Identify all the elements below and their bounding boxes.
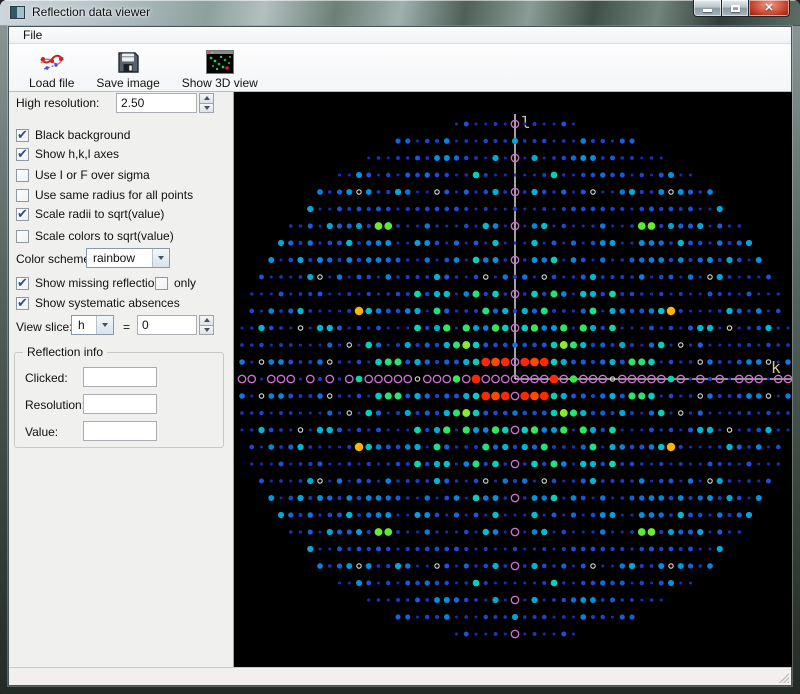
checkbox-box[interactable] [16,169,29,182]
view-slice-axis-dropdown[interactable]: h [71,315,114,335]
checkbox-show-missing[interactable]: Show missing reflections [16,276,167,290]
clicked-field[interactable] [83,367,157,387]
checkbox-i-or-f-over-sigma[interactable]: Use I or F over sigma [16,168,150,182]
svg-text:k: k [771,358,781,377]
reflection-plot-canvas[interactable]: lk [234,92,792,667]
checkbox-box[interactable] [16,208,29,221]
checkbox-box[interactable] [16,297,29,310]
value-field[interactable] [83,421,157,441]
app-icon [10,6,25,19]
view-slice-axis-value: h [72,318,96,332]
window-title: Reflection data viewer [32,5,150,19]
minimize-icon [703,9,712,12]
control-panel: High resolution: Black background Show h… [9,92,234,667]
3d-view-icon [206,49,234,75]
checkbox-box[interactable] [155,277,168,290]
toolbar-button-label: Load file [29,76,74,90]
high-resolution-label: High resolution: [16,96,99,110]
maximize-button[interactable] [722,0,749,17]
toolbar-button-label: Show 3D view [182,76,258,90]
close-button[interactable]: ✕ [749,0,790,17]
checkbox-show-hkl-axes[interactable]: Show h,k,l axes [16,147,119,161]
checkbox-box[interactable] [16,230,29,243]
reflection-info-title: Reflection info [23,345,107,359]
minimize-button[interactable] [693,0,722,17]
color-scheme-label: Color scheme: [16,252,93,266]
toolbar: Load file Save image [9,44,791,92]
checkbox-label: Show missing reflections [35,276,167,290]
toolbar-button-label: Save image [96,76,159,90]
resolution-field[interactable] [83,394,157,414]
spin-down-icon[interactable] [199,104,214,114]
checkbox-scale-colors[interactable]: Scale colors to sqrt(value) [16,229,174,243]
color-scheme-value: rainbow [87,251,152,265]
checkbox-same-radius[interactable]: Use same radius for all points [16,188,193,202]
high-resolution-input[interactable] [116,93,197,113]
spin-up-icon[interactable] [199,93,214,104]
save-image-button[interactable]: Save image [88,47,167,92]
spin-up-icon[interactable] [199,315,214,326]
checkbox-scale-radii[interactable]: Scale radii to sqrt(value) [16,207,164,221]
floppy-disk-icon [116,49,140,75]
view-slice-value-input[interactable] [137,315,197,335]
checkbox-label: Black background [35,128,130,142]
checkbox-box[interactable] [16,277,29,290]
show-3d-view-button[interactable]: Show 3D view [174,47,266,92]
view-slice-spinner[interactable] [199,315,214,335]
svg-text:l: l [521,113,531,132]
load-file-button[interactable]: Load file [21,47,82,92]
scatter-plot-icon [39,49,65,75]
value-label: Value: [25,425,58,439]
checkbox-black-background[interactable]: Black background [16,128,130,142]
checkbox-box[interactable] [16,189,29,202]
checkbox-label: Scale radii to sqrt(value) [35,207,164,221]
checkbox-label: Show systematic absences [35,296,180,310]
color-scheme-dropdown[interactable]: rainbow [86,248,170,268]
checkbox-show-systematic[interactable]: Show systematic absences [16,296,180,310]
checkbox-label: only [174,276,196,290]
hkl-slice-scatter[interactable]: lk [234,92,792,667]
reflection-info-group: Reflection info Clicked: Resolution: Val… [14,352,224,448]
status-bar [9,667,791,685]
menu-bar: File [9,27,791,44]
resize-grip-icon[interactable] [777,671,789,683]
view-slice-label: View slice: [16,320,72,334]
checkbox-box[interactable] [16,129,29,142]
client-area: File Load file [8,26,792,686]
checkbox-box[interactable] [16,148,29,161]
chevron-down-icon [152,249,169,267]
title-bar[interactable]: Reflection data viewer ✕ [0,0,800,26]
checkbox-label: Show h,k,l axes [35,147,119,161]
maximize-icon [731,5,740,12]
close-icon: ✕ [764,3,773,14]
app-window: Reflection data viewer ✕ File [0,0,800,694]
equals-sign: = [123,320,130,334]
checkbox-label: Use same radius for all points [35,188,193,202]
spin-down-icon[interactable] [199,326,214,336]
chevron-down-icon [96,316,113,334]
high-resolution-spinner[interactable] [199,93,214,113]
checkbox-label: Scale colors to sqrt(value) [35,229,174,243]
resolution-label: Resolution: [25,398,85,412]
checkbox-label: Use I or F over sigma [35,168,150,182]
checkbox-missing-only[interactable]: only [155,276,196,290]
clicked-label: Clicked: [25,371,68,385]
menu-file[interactable]: File [16,27,49,43]
